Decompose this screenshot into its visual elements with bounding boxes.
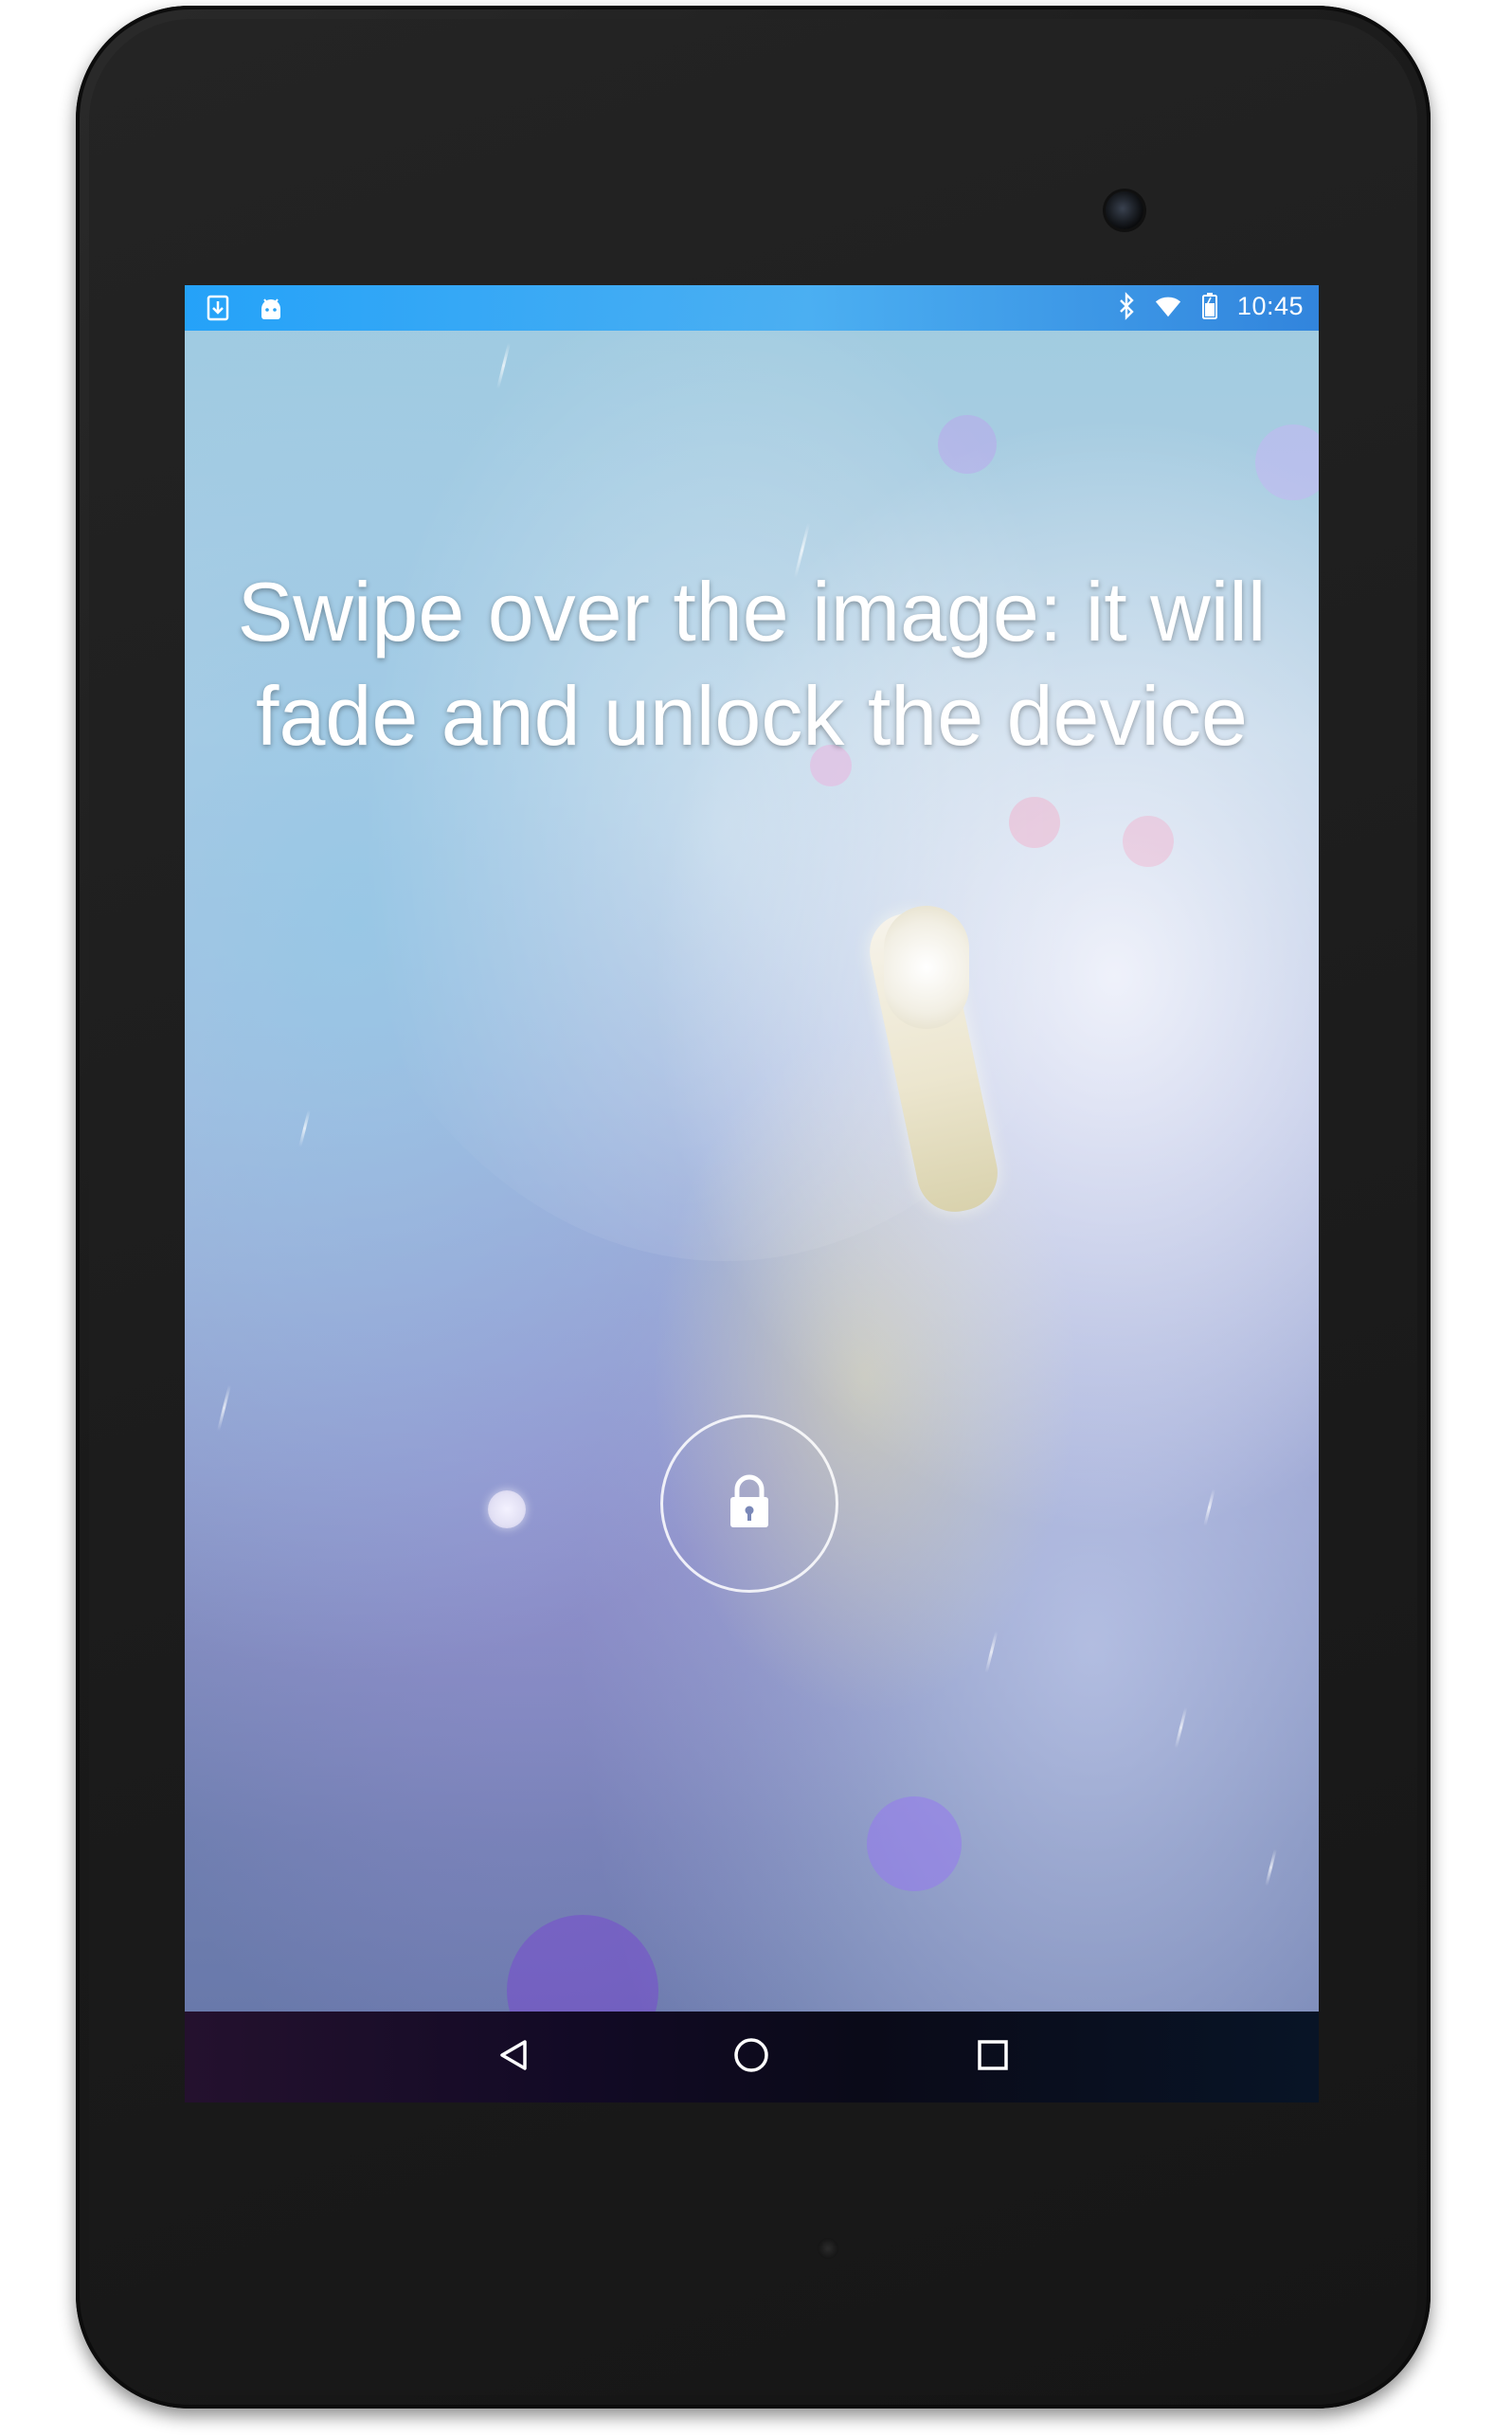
wallpaper-flower-pollen (884, 906, 969, 1029)
bokeh-light (1123, 816, 1174, 867)
rain-streak (298, 1110, 311, 1147)
rain-streak (1174, 1706, 1188, 1749)
bokeh-light (938, 415, 997, 474)
rain-streak (1265, 1849, 1277, 1886)
wifi-icon (1154, 289, 1182, 323)
light-sensor (818, 2238, 838, 2259)
home-circle-icon (731, 2035, 771, 2079)
bokeh-light (867, 1796, 962, 1891)
rain-streak (984, 1631, 999, 1673)
home-button[interactable] (723, 2029, 780, 2085)
rain-streak (216, 1384, 232, 1432)
unlock-ring[interactable] (660, 1415, 838, 1593)
back-triangle-icon (495, 2036, 532, 2078)
status-bar: 10:45 (185, 285, 1319, 331)
tablet-device-frame: 10:45 Swipe over the image: it will fade… (76, 6, 1431, 2409)
bokeh-light (1255, 424, 1319, 500)
navigation-bar (185, 2012, 1319, 2102)
back-button[interactable] (485, 2029, 542, 2085)
rain-streak (1203, 1489, 1215, 1526)
unlock-instruction: Swipe over the image: it will fade and u… (237, 565, 1267, 763)
download-icon (204, 291, 232, 325)
lockscreen[interactable]: 10:45 Swipe over the image: it will fade… (185, 285, 1319, 2102)
android-icon (257, 291, 285, 325)
lock-icon (725, 1472, 774, 1535)
recents-button[interactable] (964, 2029, 1021, 2085)
bluetooth-icon (1112, 289, 1141, 323)
battery-icon (1196, 289, 1224, 323)
wallpaper-petal-highlight (298, 285, 1151, 1261)
bokeh-light (1009, 797, 1060, 848)
recents-square-icon (975, 2037, 1011, 2077)
status-time: 10:45 (1236, 291, 1304, 320)
front-camera (1106, 191, 1143, 229)
unlock-drag-handle[interactable] (488, 1490, 526, 1528)
